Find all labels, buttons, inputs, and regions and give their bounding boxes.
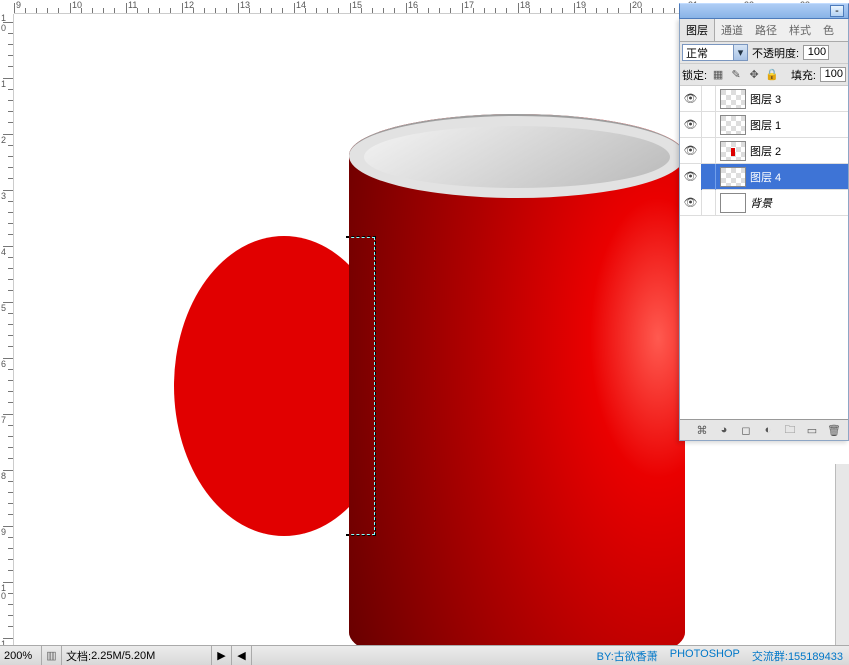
blend-mode-value: 正常: [686, 45, 708, 61]
panel-tabs: 图层 通道 路径 样式 色: [680, 19, 848, 42]
zoom-level[interactable]: 200%: [0, 646, 42, 665]
opacity-label: 不透明度:: [752, 45, 799, 61]
layer-styles-icon[interactable]: ◕: [716, 423, 732, 437]
link-layers-icon[interactable]: ⌘: [694, 423, 710, 437]
minimize-button[interactable]: -: [830, 5, 844, 17]
layer-thumbnail[interactable]: [720, 167, 746, 187]
doc-size: 2.25M/5.20M: [91, 650, 155, 662]
status-arrow[interactable]: ▶: [212, 646, 232, 665]
layer-row[interactable]: 👁 背景: [680, 190, 848, 216]
mask-icon[interactable]: ◻: [738, 423, 754, 437]
tab-channels[interactable]: 通道: [715, 19, 749, 41]
tab-styles[interactable]: 样式: [783, 19, 817, 41]
fill-label: 填充:: [791, 67, 816, 83]
doc-info[interactable]: 文档: 2.25M/5.20M: [62, 646, 212, 665]
visibility-eye-icon[interactable]: 👁: [680, 112, 702, 138]
layer-thumbnail[interactable]: [720, 115, 746, 135]
layer-name[interactable]: 图层 1: [750, 117, 848, 133]
adjustment-icon[interactable]: ◐: [760, 423, 776, 437]
lock-move-icon[interactable]: ✥: [747, 68, 761, 82]
status-spacer[interactable]: ▥: [42, 646, 62, 665]
scrollbar-vertical[interactable]: [835, 464, 849, 645]
layer-name[interactable]: 图层 3: [750, 91, 848, 107]
status-credit: BY:古欲香萧 PHOTOSHOP 交流群:155189433: [597, 648, 849, 664]
link-cell[interactable]: [702, 190, 716, 216]
blend-row: 正常 ▾ 不透明度: 100: [680, 42, 848, 64]
lock-all-icon[interactable]: 🔒: [765, 68, 779, 82]
link-cell[interactable]: [702, 138, 716, 164]
new-layer-icon[interactable]: ▭: [804, 423, 820, 437]
layer-row[interactable]: 👁 图层 1: [680, 112, 848, 138]
layer-name[interactable]: 图层 2: [750, 143, 848, 159]
layer-row[interactable]: 👁 图层 4: [680, 164, 848, 190]
group-icon[interactable]: 🗀: [782, 423, 798, 437]
layers-list: 👁 图层 3 👁 图层 1 👁 图层 2 👁 图层 4 👁 背景: [680, 86, 848, 420]
layer-thumbnail[interactable]: [720, 89, 746, 109]
lock-transparency-icon[interactable]: ▦: [711, 68, 725, 82]
layers-panel: - 图层 通道 路径 样式 色 正常 ▾ 不透明度: 100 锁定: ▦ ✎ ✥…: [679, 18, 849, 441]
layer-thumbnail[interactable]: [720, 193, 746, 213]
panel-footer: ⌘ ◕ ◻ ◐ 🗀 ▭ 🗑: [680, 420, 848, 440]
layer-row[interactable]: 👁 图层 2: [680, 138, 848, 164]
panel-titlebar[interactable]: -: [679, 3, 849, 19]
trash-icon[interactable]: 🗑: [826, 423, 842, 437]
blend-mode-select[interactable]: 正常 ▾: [682, 44, 748, 61]
layer-name[interactable]: 背景: [750, 195, 848, 211]
ruler-vertical[interactable]: 101234567891 01 1: [0, 14, 14, 665]
layer-row[interactable]: 👁 图层 3: [680, 86, 848, 112]
layer-name[interactable]: 图层 4: [750, 169, 848, 185]
doc-label: 文档:: [66, 648, 91, 664]
status-arrow-left[interactable]: ◀: [232, 646, 252, 665]
link-cell[interactable]: [702, 112, 716, 138]
tab-color[interactable]: 色: [817, 19, 840, 41]
tab-paths[interactable]: 路径: [749, 19, 783, 41]
visibility-eye-icon[interactable]: 👁: [680, 164, 702, 190]
link-cell[interactable]: [702, 164, 716, 190]
fill-input[interactable]: 100: [820, 67, 846, 82]
opacity-input[interactable]: 100: [803, 45, 829, 60]
lock-label: 锁定:: [682, 67, 707, 83]
lock-paint-icon[interactable]: ✎: [729, 68, 743, 82]
status-bar: 200% ▥ 文档: 2.25M/5.20M ▶ ◀ BY:古欲香萧 PHOTO…: [0, 645, 849, 665]
visibility-eye-icon[interactable]: 👁: [680, 86, 702, 112]
visibility-eye-icon[interactable]: 👁: [680, 138, 702, 164]
lock-row: 锁定: ▦ ✎ ✥ 🔒 填充: 100: [680, 64, 848, 86]
layer-thumbnail[interactable]: [720, 141, 746, 161]
chevron-down-icon: ▾: [733, 45, 747, 60]
tab-layers[interactable]: 图层: [680, 19, 715, 41]
link-cell[interactable]: [702, 86, 716, 112]
mug-inner-shape: [364, 126, 670, 188]
visibility-eye-icon[interactable]: 👁: [680, 190, 702, 216]
